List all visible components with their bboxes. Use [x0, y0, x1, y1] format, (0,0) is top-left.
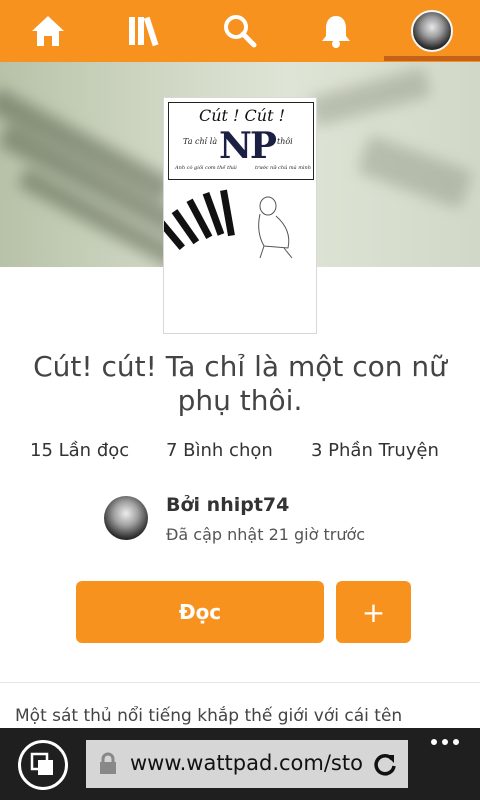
reads-count: 15 Lần đọc	[30, 440, 130, 461]
last-updated: Đã cập nhật 21 giờ trước	[166, 525, 366, 544]
url-text: www.wattpad.com/sto	[130, 751, 363, 775]
address-bar[interactable]: www.wattpad.com/sto	[86, 740, 408, 788]
nav-search-button[interactable]	[192, 0, 288, 62]
tabs-button[interactable]	[18, 740, 68, 790]
search-icon	[224, 15, 257, 48]
refresh-icon[interactable]	[372, 751, 398, 777]
nav-profile-button[interactable]	[384, 0, 480, 62]
nav-notifications-button[interactable]	[288, 0, 384, 62]
votes-count: 7 Bình chọn	[166, 440, 273, 461]
nav-home-button[interactable]	[0, 0, 96, 62]
top-nav-bar	[0, 0, 480, 62]
add-to-library-button[interactable]: +	[336, 581, 411, 643]
bell-icon	[322, 16, 350, 48]
tabs-icon	[30, 752, 53, 775]
more-options-button[interactable]	[425, 730, 465, 754]
more-dots-icon	[431, 739, 459, 745]
read-button[interactable]: Đọc	[76, 581, 324, 643]
author-avatar[interactable]	[104, 496, 148, 540]
lock-icon	[100, 752, 116, 774]
nav-library-button[interactable]	[96, 0, 192, 62]
home-icon	[32, 16, 64, 46]
author-byline[interactable]: Bởi nhipt74	[166, 494, 289, 516]
story-title: Cút! cút! Ta chỉ là một con nữ phụ thôi.	[33, 350, 447, 417]
story-cover[interactable]: Cút ! Cút ! Ta chỉ là NP thôi Anh có giỏ…	[163, 97, 317, 334]
library-icon	[129, 16, 159, 47]
active-tab-indicator	[384, 56, 480, 61]
avatar	[411, 10, 453, 52]
story-stats: 15 Lần đọc 7 Bình chọn 3 Phần Truyện	[0, 440, 480, 470]
parts-count: 3 Phần Truyện	[311, 440, 439, 461]
story-description: Một sát thủ nổi tiếng khắp thế giới với …	[15, 706, 403, 726]
cover-illustration	[164, 189, 293, 259]
divider	[0, 682, 480, 683]
